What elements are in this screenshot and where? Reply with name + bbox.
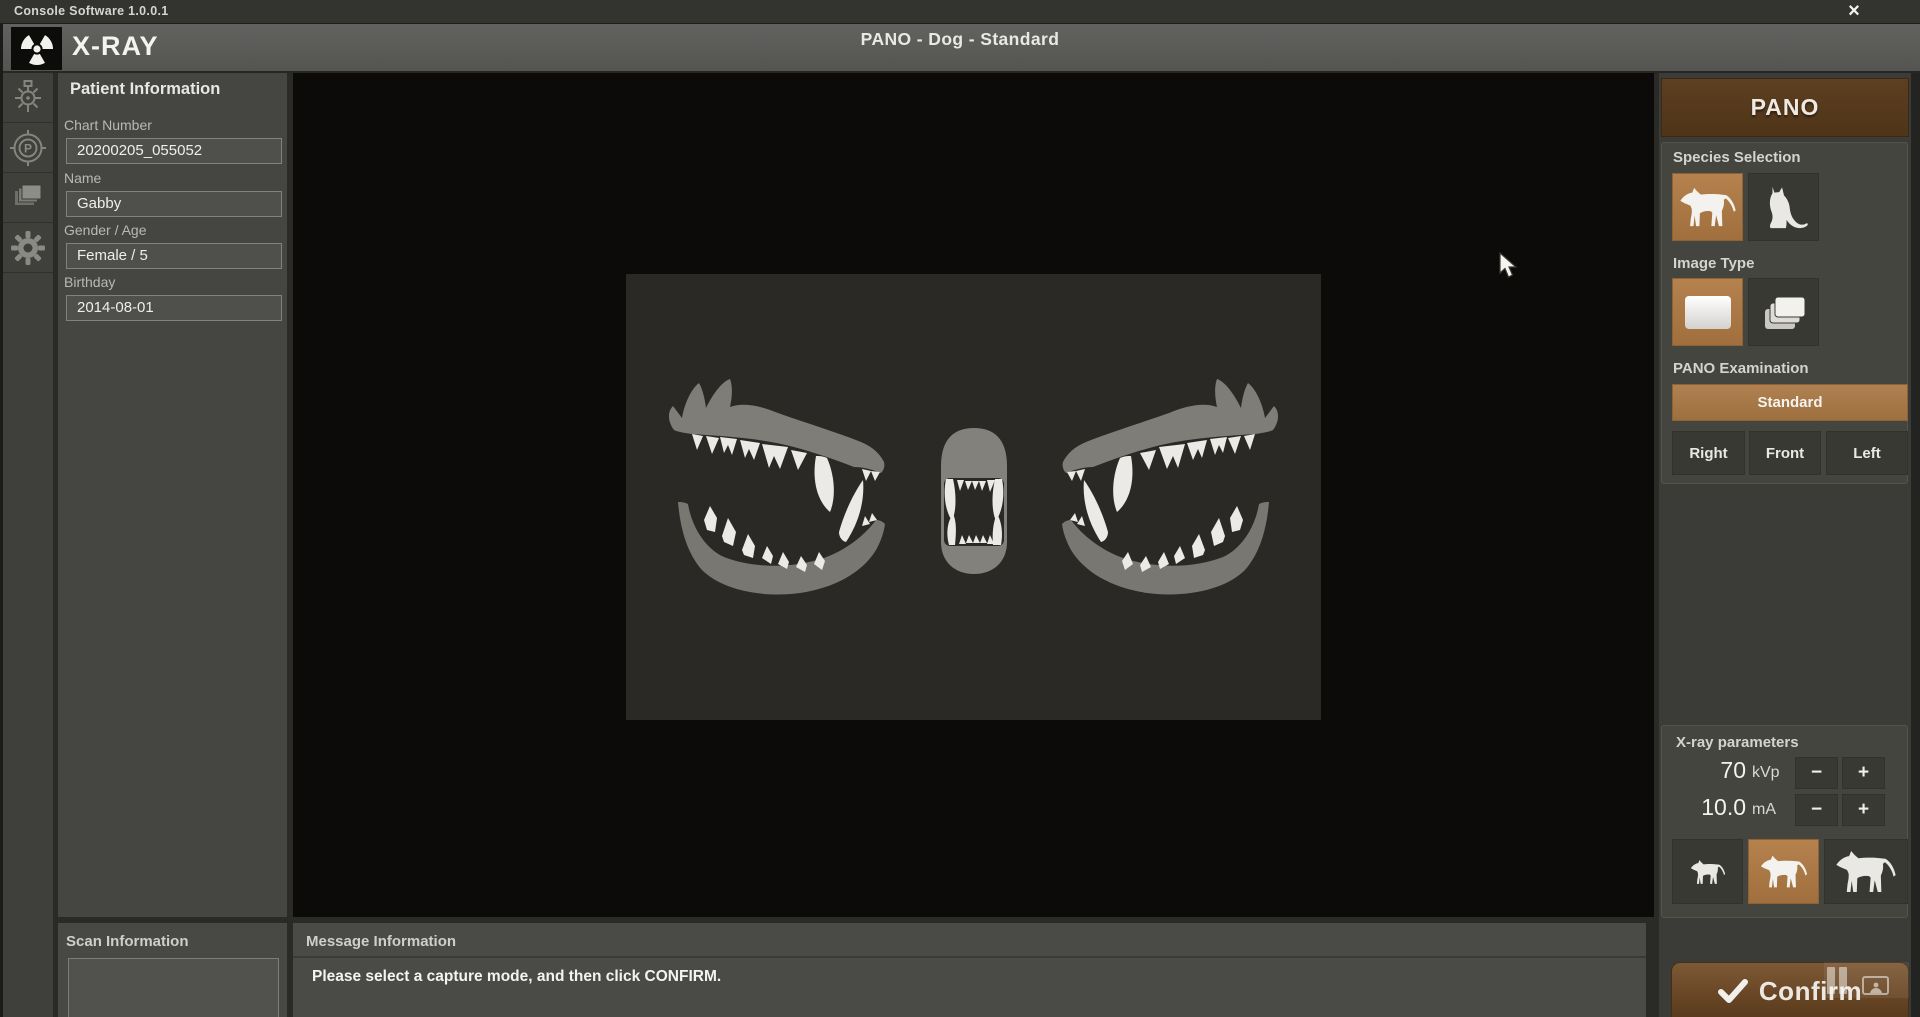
birthday-field[interactable]: 2014-08-01 — [66, 295, 282, 321]
window-title: Console Software 1.0.0.1 — [14, 4, 168, 18]
image-stack-icon — [8, 178, 48, 218]
kvp-unit: kVp — [1752, 764, 1780, 782]
picture-in-picture-icon — [1862, 976, 1889, 995]
sidebar-item-collimator-light[interactable] — [3, 73, 53, 123]
species-cat-button[interactable] — [1748, 173, 1819, 241]
ma-unit: mA — [1752, 801, 1776, 819]
pano-mode-header: PANO — [1661, 78, 1909, 137]
kvp-value: 70 — [1662, 757, 1746, 784]
svg-text:P: P — [24, 141, 32, 155]
medium-dog-icon — [1760, 854, 1808, 889]
cat-icon — [1759, 184, 1809, 230]
ma-value: 10.0 — [1662, 794, 1746, 821]
sidebar-item-image-list[interactable] — [3, 173, 53, 223]
sidebar-item-patient-positioning[interactable]: P — [3, 123, 53, 173]
message-information-title: Message Information — [306, 933, 456, 950]
app-window: Console Software 1.0.0.1 × X-RAY PANO - … — [0, 0, 1920, 1017]
species-selection-label: Species Selection — [1673, 149, 1801, 166]
view-right-button[interactable]: Right — [1672, 431, 1745, 475]
patient-info-title: Patient Information — [70, 80, 220, 99]
chart-number-field[interactable]: 20200205_055052 — [66, 138, 282, 164]
small-dog-icon — [1690, 859, 1726, 885]
pano-examination-label: PANO Examination — [1673, 360, 1809, 377]
window-titlebar: Console Software 1.0.0.1 × — [0, 0, 1920, 24]
image-type-single-button[interactable] — [1672, 278, 1743, 346]
message-divider — [293, 956, 1646, 958]
size-small-dog-button[interactable] — [1672, 839, 1743, 904]
pause-icon — [1827, 967, 1835, 994]
chart-number-label: Chart Number — [64, 117, 152, 133]
examination-standard-button[interactable]: Standard — [1672, 384, 1908, 421]
large-dog-icon — [1835, 849, 1897, 894]
page-title: PANO - Dog - Standard — [0, 29, 1920, 50]
collimator-light-icon — [8, 78, 48, 118]
ma-decrease-button[interactable]: − — [1795, 794, 1838, 826]
jaw-front-view — [941, 428, 1007, 574]
scan-information-list — [68, 958, 279, 1017]
pause-icon — [1839, 967, 1847, 994]
view-left-button[interactable]: Left — [1826, 431, 1908, 475]
kvp-decrease-button[interactable]: − — [1795, 757, 1838, 789]
patient-position-icon: P — [8, 128, 48, 168]
sidebar-item-settings[interactable] — [3, 223, 53, 273]
gender-age-field[interactable]: Female / 5 — [66, 243, 282, 269]
size-large-dog-button[interactable] — [1824, 839, 1908, 904]
close-button[interactable]: × — [1838, 0, 1870, 24]
birthday-label: Birthday — [64, 274, 115, 290]
view-front-button[interactable]: Front — [1749, 431, 1821, 475]
window-right-border — [1911, 73, 1920, 1017]
name-field[interactable]: Gabby — [66, 191, 282, 217]
ma-increase-button[interactable]: + — [1842, 794, 1885, 826]
dental-chart-illustration — [626, 274, 1321, 720]
person-glyph — [1869, 982, 1883, 993]
tool-sidebar: P — [3, 73, 53, 1017]
jaw-lateral-right — [1062, 379, 1278, 594]
gender-age-label: Gender / Age — [64, 222, 147, 238]
dog-dental-diagram — [626, 274, 1321, 720]
check-icon — [1718, 979, 1748, 1003]
single-image-icon — [1685, 296, 1731, 329]
multi-image-icon — [1758, 288, 1810, 336]
gear-icon — [8, 228, 48, 268]
image-type-label: Image Type — [1673, 255, 1754, 272]
message-text: Please select a capture mode, and then c… — [312, 968, 721, 986]
mouse-cursor — [1498, 252, 1520, 280]
size-medium-dog-button[interactable] — [1748, 839, 1819, 904]
kvp-increase-button[interactable]: + — [1842, 757, 1885, 789]
name-label: Name — [64, 170, 101, 186]
scan-information-panel: Scan Information — [58, 923, 287, 1017]
message-information-panel: Message Information Please select a capt… — [293, 923, 1646, 1017]
scan-information-title: Scan Information — [66, 933, 189, 950]
jaw-lateral-left — [669, 379, 885, 594]
dog-icon — [1679, 186, 1737, 228]
image-type-multi-button[interactable] — [1748, 278, 1819, 346]
xray-parameters-title: X-ray parameters — [1676, 734, 1799, 751]
species-dog-button[interactable] — [1672, 173, 1743, 241]
